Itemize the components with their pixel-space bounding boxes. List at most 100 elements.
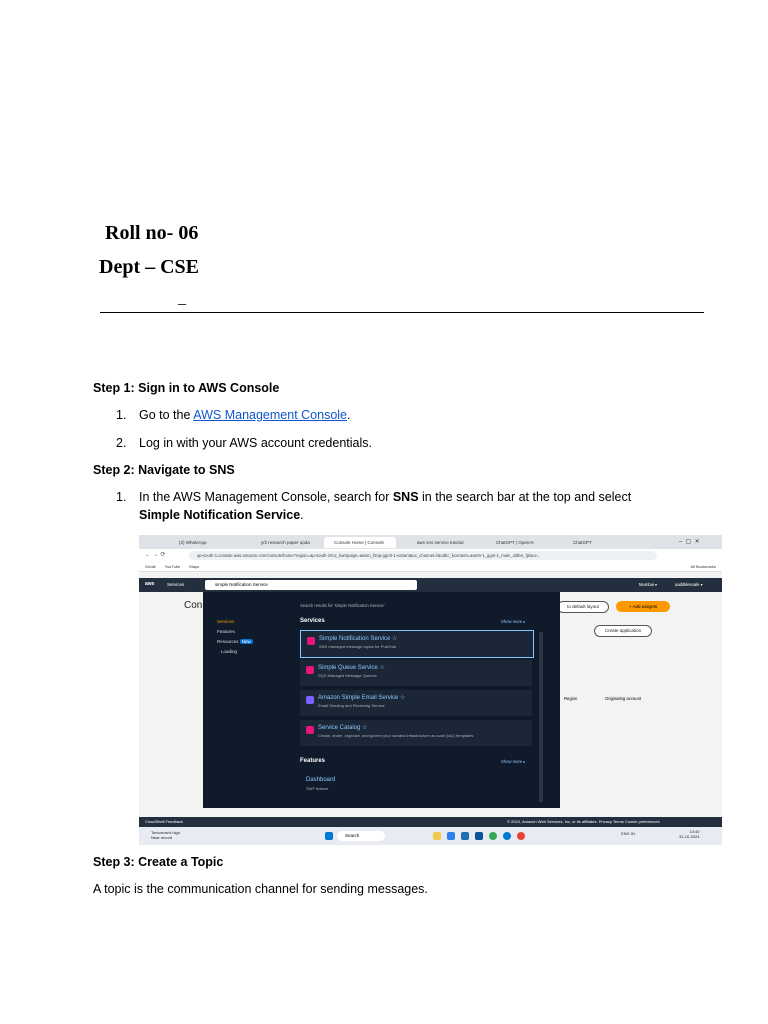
result-name: Amazon Simple Email Service ☆ — [318, 695, 406, 701]
footer-right-links[interactable]: © 2024, Amazon Web Services, Inc. or its… — [507, 817, 660, 827]
result-ses[interactable]: Amazon Simple Email Service ☆ Email Send… — [300, 690, 532, 716]
step3-title: Step 3: Create a Topic — [93, 855, 224, 869]
aws-top-nav: aws Services simple Notification Service… — [139, 578, 722, 592]
console-search-input[interactable]: simple Notification Service — [205, 580, 417, 590]
tab-console-home[interactable]: Console Home | Console — [324, 537, 396, 548]
windows-start-icon[interactable] — [325, 832, 333, 840]
horizontal-rule — [100, 312, 704, 313]
filter-features[interactable]: Features — [217, 629, 235, 634]
aws-footer: CloudShell Feedback © 2024, Amazon Web S… — [139, 817, 722, 827]
step1-item1-pre: Go to the — [139, 408, 194, 422]
windows-taskbar: Tomorrow's high Near record Search ENG IN… — [139, 827, 722, 845]
ses-icon — [306, 696, 314, 704]
browser-icon[interactable] — [517, 832, 525, 840]
system-clock[interactable]: 13:40 31-10-2024 — [679, 829, 699, 839]
department: Dept – CSE — [99, 256, 200, 278]
app-icon[interactable] — [475, 832, 483, 840]
step1-item1-post: . — [347, 408, 351, 422]
feature-desc: SWF feature — [306, 786, 329, 791]
result-name: Service Catalog ☆ — [318, 725, 368, 731]
account-menu[interactable]: aaditklesuale ▾ — [675, 582, 703, 587]
sns-service-name: Simple Notification Service — [139, 508, 301, 522]
store-icon[interactable] — [447, 832, 455, 840]
roll-number: Roll no- 06 — [105, 222, 199, 244]
result-desc: SNS managed message topics for Pub/Sub — [319, 644, 397, 649]
feature-dashboard[interactable]: Dashboard — [306, 777, 335, 783]
search-results-label: Search results for 'simple Notification … — [300, 603, 385, 608]
step1-item1: Go to the AWS Management Console. — [139, 408, 350, 422]
filter-resources[interactable]: Resources New — [217, 639, 253, 644]
edge-icon[interactable] — [503, 832, 511, 840]
aws-logo[interactable]: aws — [145, 581, 154, 587]
result-sqs[interactable]: Simple Queue Service ☆ SQS Managed Messa… — [300, 660, 532, 686]
tab-chatgpt-openai[interactable]: ChatGPT | OpenAI — [486, 537, 558, 548]
clock-date: 31-10-2024 — [679, 834, 700, 839]
service-catalog-icon — [306, 726, 314, 734]
services-heading: Services — [300, 618, 325, 624]
step2-text-c: in the search bar at the top and select — [418, 490, 632, 504]
step1-item2: Log in with your AWS account credentials… — [139, 436, 372, 450]
result-name: Simple Notification Service ☆ — [319, 636, 398, 642]
language-indicator[interactable]: ENG IN — [621, 831, 635, 836]
region-selector[interactable]: Mumbai ▾ — [639, 582, 657, 587]
result-desc: Email Sending and Receiving Service — [318, 703, 385, 708]
all-bookmarks[interactable]: All Bookmarks — [690, 562, 716, 571]
step2-item1-number: 1. — [116, 490, 127, 504]
taskbar-search[interactable]: Search — [337, 831, 385, 841]
address-bar: ← → ⟳ ap-south-1.console.aws.amazon.com/… — [139, 549, 722, 562]
add-widgets-button[interactable]: + Add widgets — [616, 601, 670, 612]
bookmark-maps[interactable]: Maps — [189, 564, 199, 569]
weather-widget[interactable]: Tomorrow's high Near record — [151, 830, 180, 840]
loading-indicator: Loading — [221, 649, 238, 654]
services-show-more[interactable]: Show more ▸ — [501, 619, 525, 624]
search-results-panel: Search results for 'simple Notification … — [203, 592, 560, 808]
results-scrollbar[interactable] — [539, 632, 543, 802]
step1-item1-number: 1. — [116, 408, 127, 422]
tab-chatgpt[interactable]: ChatGPT — [563, 537, 635, 548]
dash-mark: _ — [178, 290, 186, 307]
sns-icon — [307, 637, 315, 645]
aws-console-link[interactable]: AWS Management Console — [193, 408, 347, 422]
sqs-icon — [306, 666, 314, 674]
step1-item2-number: 2. — [116, 436, 127, 450]
bookmark-gmail[interactable]: Gmail — [145, 564, 155, 569]
step1-title: Step 1: Sign in to AWS Console — [93, 381, 280, 395]
url-field[interactable]: ap-south-1.console.aws.amazon.com/consol… — [189, 551, 657, 560]
services-menu[interactable]: Services — [167, 582, 184, 587]
features-heading: Features — [300, 758, 326, 764]
tab-research[interactable]: y/2 research paper upda — [251, 537, 323, 548]
sns-keyword: SNS — [392, 490, 419, 504]
window-controls[interactable]: – ▢ ✕ — [679, 538, 700, 545]
step2-item1: In the AWS Management Console, search fo… — [139, 490, 719, 504]
region-column: Region — [564, 696, 578, 701]
create-application-button[interactable]: Create application — [594, 625, 652, 637]
result-desc: SQS Managed Message Queues — [318, 673, 377, 678]
console-home-title: Con — [184, 600, 203, 611]
originating-account-column: Originating account — [605, 696, 642, 701]
file-explorer-icon[interactable] — [433, 832, 441, 840]
bookmark-youtube[interactable]: YouTube — [165, 564, 181, 569]
result-name: Simple Queue Service ☆ — [318, 665, 385, 671]
chrome-icon[interactable] — [489, 832, 497, 840]
result-sns[interactable]: Simple Notification Service ☆ SNS manage… — [300, 630, 534, 658]
step2-text-a: In the AWS Management Console, search fo… — [139, 490, 393, 504]
new-badge: New — [239, 639, 253, 644]
filter-resources-label: Resources — [217, 639, 239, 644]
nav-arrows-icon[interactable]: ← → ⟳ — [145, 551, 165, 558]
step3-text: A topic is the communication channel for… — [93, 882, 428, 896]
result-desc: Create, share, organize, and govern your… — [318, 733, 474, 738]
filter-services[interactable]: Services — [217, 619, 234, 624]
features-show-more[interactable]: Show more ▸ — [501, 759, 525, 764]
browser-tab-bar: (2) WhatsApp y/2 research paper upda Con… — [139, 535, 722, 549]
step2-text-e: . — [300, 508, 304, 522]
footer-left-links[interactable]: CloudShell Feedback — [145, 819, 183, 824]
tab-whatsapp[interactable]: (2) WhatsApp — [169, 537, 241, 548]
result-service-catalog[interactable]: Service Catalog ☆ Create, share, organiz… — [300, 720, 532, 746]
mail-icon[interactable] — [461, 832, 469, 840]
step2-title: Step 2: Navigate to SNS — [93, 463, 235, 477]
bookmarks-bar: Gmail YouTube Maps All Bookmarks — [139, 562, 722, 572]
step2-item1-cont: Simple Notification Service. — [139, 508, 304, 522]
tab-sns-tutorial[interactable]: aws sns service tutorial — [407, 537, 477, 548]
reset-layout-button[interactable]: to default layout — [557, 601, 609, 613]
weather-line2: Near record — [151, 835, 173, 840]
